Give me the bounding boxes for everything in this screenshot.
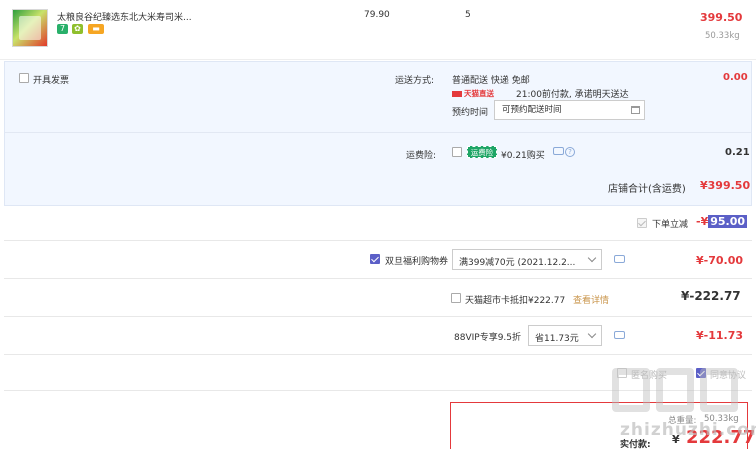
instant-discount-label: 下单立减 <box>652 220 689 230</box>
insurance-price: ¥0.21购买 <box>501 151 545 161</box>
supermarket-card-value: ¥-222.77 <box>681 289 741 303</box>
tmall-direct-tag: 天猫直送 <box>452 88 494 99</box>
calendar-icon[interactable] <box>631 106 640 114</box>
shipping-panel: 开具发票 运送方式: 普通配送 快递 免邮 0.00 天猫直送 21:00前付款… <box>4 61 752 206</box>
supermarket-card-label[interactable]: 天猫超市卡抵扣¥222.77 <box>465 293 565 306</box>
appointment-time-field[interactable] <box>494 100 645 120</box>
coupon-discount-value: ¥-70.00 <box>696 254 744 267</box>
insurance-amount: 0.21 <box>725 147 750 158</box>
instant-discount-amount: 95.00 <box>708 215 748 228</box>
row-divider <box>4 278 752 279</box>
chat-bubble-icon[interactable] <box>553 147 564 155</box>
shipping-method-label: 运送方式: <box>395 76 435 86</box>
invoice-label[interactable]: 开具发票 <box>33 73 69 86</box>
insurance-label: 运费险: <box>406 151 437 161</box>
appointment-time-input[interactable] <box>495 101 625 119</box>
store-total-value: ¥399.50 <box>700 179 751 192</box>
shipping-method-value: 普通配送 快递 免邮 <box>452 76 530 86</box>
card-payment-icon: ▬ <box>88 24 104 34</box>
service-badge-icon: ✿ <box>72 24 83 34</box>
invoice-checkbox[interactable] <box>19 73 29 83</box>
store-total-label: 店铺合计(含运费) <box>608 184 686 195</box>
row-divider <box>4 240 752 241</box>
insurance-badge: 运费险 <box>467 146 497 158</box>
chat-bubble-icon[interactable] <box>614 255 625 263</box>
delivery-promise: 21:00前付款, 承诺明天送达 <box>516 90 629 100</box>
product-name[interactable]: 太粮良谷纪臻选东北大米寿司米... <box>57 10 192 23</box>
insurance-checkbox[interactable] <box>452 147 462 157</box>
vip-selected-value: 省11.73元 <box>535 334 579 344</box>
watermark-text: zhizhuzhi.com <box>620 420 756 440</box>
view-details-link[interactable]: 查看详情 <box>573 293 609 306</box>
vip-discount-select[interactable]: 省11.73元 <box>528 325 602 346</box>
help-icon[interactable]: ? <box>565 147 575 157</box>
vip-discount-label: 88VIP专享9.5折 <box>454 333 522 343</box>
vip-discount-value: ¥-11.73 <box>696 329 744 342</box>
chat-bubble-icon[interactable] <box>614 331 625 339</box>
item-subtotal: 399.50 <box>700 11 743 24</box>
appointment-label: 预约时间 <box>452 108 489 118</box>
chevron-down-icon <box>587 253 597 263</box>
coupon-selected-value: 满399减70元 (2021.12.2... <box>459 258 576 268</box>
product-thumbnail[interactable] <box>12 9 48 47</box>
coupon-label[interactable]: 双旦福利购物券 <box>385 254 448 267</box>
supermarket-card-checkbox[interactable] <box>451 293 461 303</box>
product-row: 太粮良谷纪臻选东北大米寿司米... 7 ✿ ▬ 79.90 5 399.50 5… <box>0 0 756 60</box>
quantity: 5 <box>465 10 471 20</box>
shipping-fee: 0.00 <box>723 72 748 83</box>
instant-discount-prefix: -¥ <box>696 215 709 228</box>
instant-discount-value: -¥ 95.00 <box>696 215 748 228</box>
row-divider <box>4 316 752 317</box>
seven-day-return-icon: 7 <box>57 24 68 34</box>
unit-price: 79.90 <box>364 10 390 20</box>
coupon-select[interactable]: 满399减70元 (2021.12.2... <box>452 249 602 270</box>
panel-divider <box>5 132 751 133</box>
instant-discount-checkbox <box>637 218 647 228</box>
watermark-logo <box>612 366 742 418</box>
chevron-down-icon <box>587 329 597 339</box>
item-weight: 50.33kg <box>705 31 740 41</box>
coupon-checkbox[interactable] <box>370 254 380 264</box>
row-divider <box>4 354 752 355</box>
